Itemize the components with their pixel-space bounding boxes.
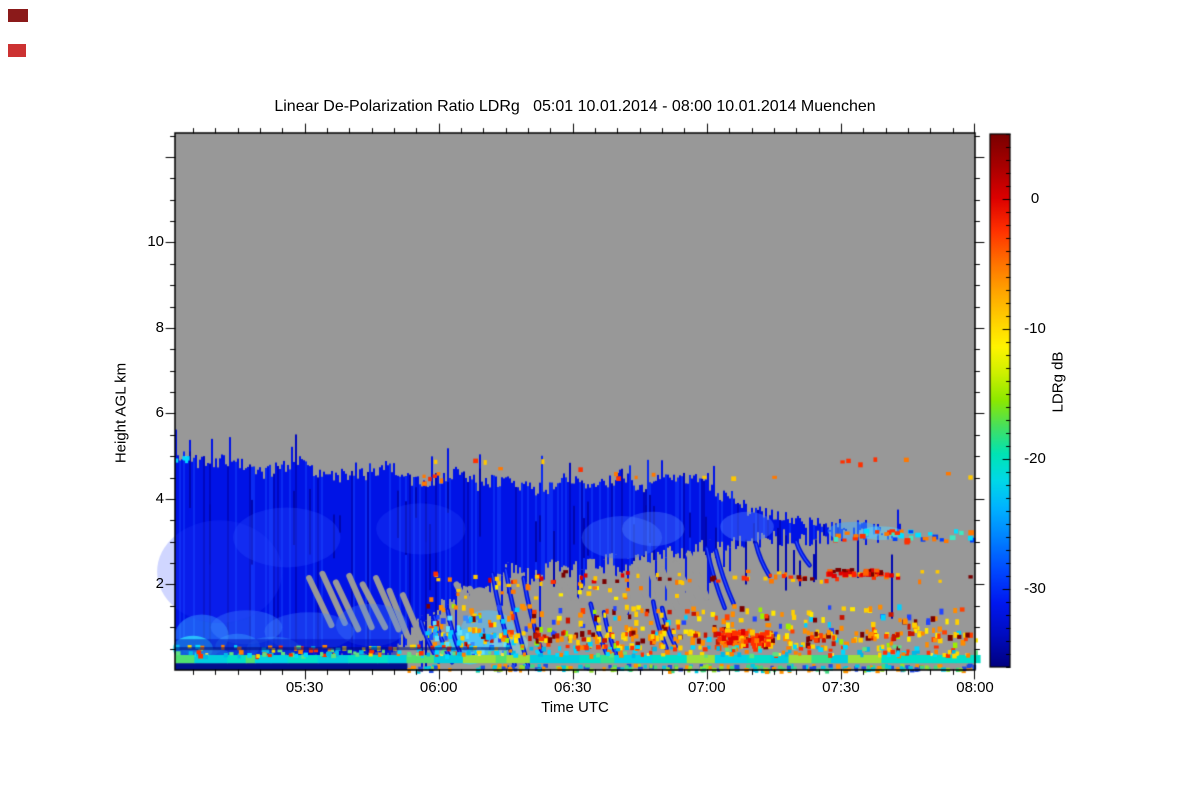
y-axis-title: Height AGL km [112,362,130,464]
x-tick-label: 06:00 [419,679,458,696]
chart-title: Linear De-Polarization Ratio LDRg 05:01 … [274,98,876,115]
x-tick-label: 07:00 [688,679,726,696]
colorbar-tick-label: -20 [1024,450,1046,467]
y-tick-label: 8 [155,318,164,336]
x-tick-label: 07:30 [822,679,860,696]
y-tick-label: 2 [155,575,164,593]
corner-marker-1-icon [8,9,28,22]
quicklook-figure: Linear De-Polarization Ratio LDRg 05:01 … [0,0,1200,800]
x-tick-label: 05:30 [285,679,324,696]
x-tick-label: 06:30 [553,679,592,696]
y-tick-label: 4 [155,489,164,507]
y-tick-label: 10 [147,233,164,251]
x-axis-title: Time UTC [541,699,609,716]
corner-marker-2-icon [8,44,26,57]
y-tick-label: 6 [155,404,164,422]
colorbar-tick-label: -30 [1024,580,1046,597]
colorbar-title: LDRg dB [1049,351,1067,413]
colorbar-tick-label: -10 [1024,320,1046,337]
x-tick-label: 08:00 [956,679,994,696]
colorbar-tick-label: 0 [1030,190,1040,207]
heatmap-canvas [0,0,1200,800]
